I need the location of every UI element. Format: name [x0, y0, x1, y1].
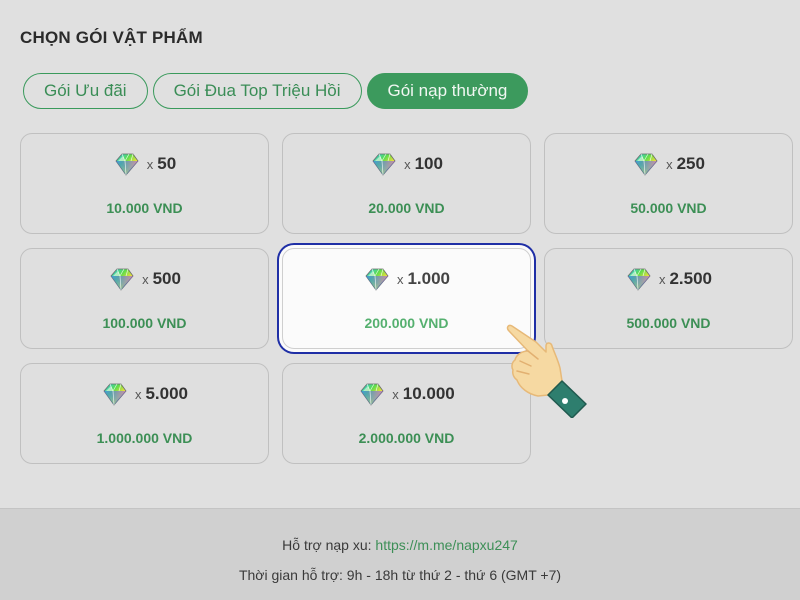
multiplier-label: x: [404, 156, 411, 172]
diamond-gem-icon: [113, 152, 140, 176]
multiplier-label: x: [146, 156, 154, 172]
package-grid: x 50 10.000 VND x 100 20.000 VND x 250 5…: [20, 133, 793, 464]
package-card-10000[interactable]: x 10.000 2.000.000 VND: [282, 363, 531, 464]
package-card-500[interactable]: x 500 100.000 VND: [20, 248, 269, 349]
package-card-250[interactable]: x 250 50.000 VND: [544, 133, 793, 234]
support-link[interactable]: https://m.me/napxu247: [375, 537, 517, 553]
package-amount: 10.000: [402, 384, 455, 403]
package-amount: 2.500: [669, 269, 713, 288]
diamond-gem-icon: [101, 382, 128, 406]
support-hours: Thời gian hỗ trợ: 9h - 18h từ thứ 2 - th…: [238, 567, 562, 583]
package-tabs: Gói Ưu đãi Gói Đua Top Triệu Hồi Gói nạp…: [23, 73, 529, 109]
package-price: 200.000 VND: [364, 315, 449, 331]
support-line: Hỗ trợ nạp xu: https://m.me/napxu247: [0, 537, 800, 553]
support-footer: Hỗ trợ nạp xu: https://m.me/napxu247 Thờ…: [0, 508, 800, 600]
package-card-5000[interactable]: x 5.000 1.000.000 VND: [20, 363, 269, 464]
diamond-gem-icon: [363, 267, 390, 291]
section-title: CHỌN GÓI VẬT PHẨM: [20, 28, 203, 47]
multiplier-label: x: [392, 386, 399, 402]
multiplier-label: x: [396, 271, 404, 287]
package-price: 20.000 VND: [368, 200, 445, 216]
multiplier-label: x: [666, 156, 673, 172]
package-panel: CHỌN GÓI VẬT PHẨM Gói Ưu đãi Gói Đua Top…: [0, 0, 800, 508]
package-amount: 250: [676, 154, 705, 173]
package-amount: 100: [414, 154, 443, 173]
package-price: 10.000 VND: [106, 200, 183, 216]
multiplier-label: x: [142, 271, 149, 287]
package-price: 50.000 VND: [630, 200, 707, 216]
diamond-gem-icon: [632, 152, 659, 176]
diamond-gem-icon: [625, 267, 652, 291]
package-amount: 500: [152, 269, 181, 288]
package-price: 2.000.000 VND: [358, 430, 455, 446]
diamond-gem-icon: [358, 382, 385, 406]
support-label: Hỗ trợ nạp xu:: [282, 537, 376, 553]
diamond-gem-icon: [370, 152, 397, 176]
package-price: 100.000 VND: [102, 315, 187, 331]
pointing-hand-icon: [506, 324, 587, 418]
tab-uu-dai[interactable]: Gói Ưu đãi: [23, 73, 148, 109]
tab-dua-top[interactable]: Gói Đua Top Triệu Hồi: [152, 73, 362, 109]
package-amount: 1.000: [407, 269, 451, 288]
diamond-gem-icon: [108, 267, 135, 291]
multiplier-label: x: [134, 386, 142, 402]
package-amount: 50: [157, 154, 177, 173]
tab-nap-thuong[interactable]: Gói nạp thường: [366, 73, 529, 109]
package-card-1000-selected[interactable]: x 1.000 200.000 VND: [282, 248, 531, 349]
package-card-50[interactable]: x 50 10.000 VND: [20, 133, 269, 234]
package-card-100[interactable]: x 100 20.000 VND: [282, 133, 531, 234]
package-amount: 5.000: [145, 384, 189, 403]
package-price: 1.000.000 VND: [96, 430, 193, 446]
multiplier-label: x: [658, 271, 666, 287]
